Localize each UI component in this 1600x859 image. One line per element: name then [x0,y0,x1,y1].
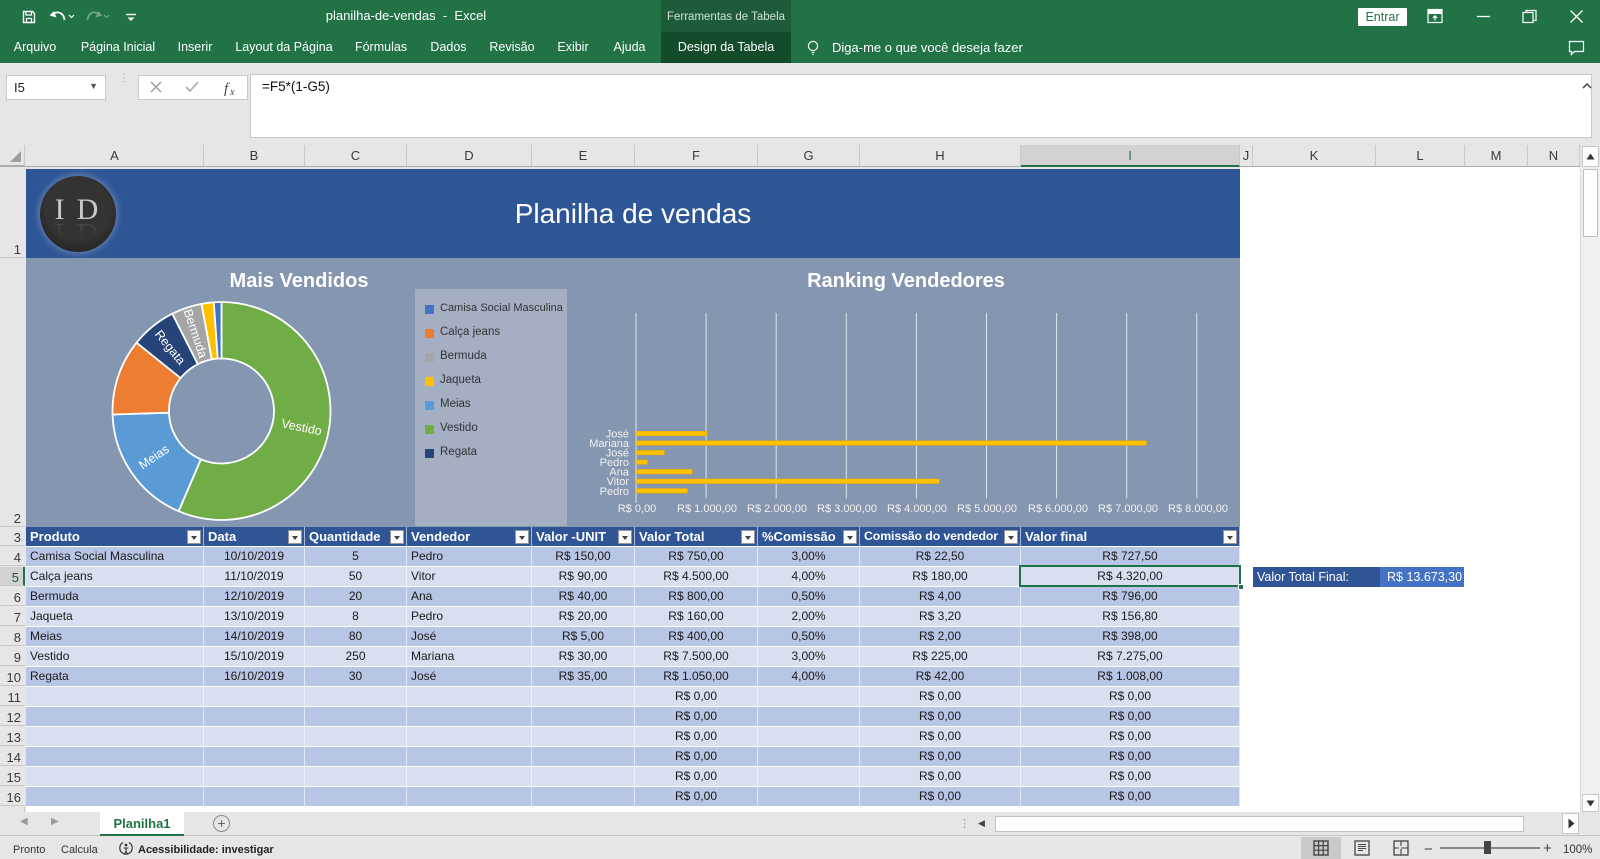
svg-text:R$ 6.000,00: R$ 6.000,00 [1028,503,1088,515]
svg-text:R$ 2.000,00: R$ 2.000,00 [747,503,807,515]
svg-text:x: x [229,87,235,98]
svg-text:R$ 5.000,00: R$ 5.000,00 [957,503,1017,515]
svg-text:R$ 4.000,00: R$ 4.000,00 [887,503,947,515]
svg-text:R$ 8.000,00: R$ 8.000,00 [1168,503,1228,515]
svg-text:R$ 0,00: R$ 0,00 [618,503,657,515]
svg-text:R$ 1.000,00: R$ 1.000,00 [677,503,737,515]
svg-text:Pedro: Pedro [600,486,629,498]
svg-text:R$ 7.000,00: R$ 7.000,00 [1098,503,1158,515]
svg-text:R$ 3.000,00: R$ 3.000,00 [817,503,877,515]
